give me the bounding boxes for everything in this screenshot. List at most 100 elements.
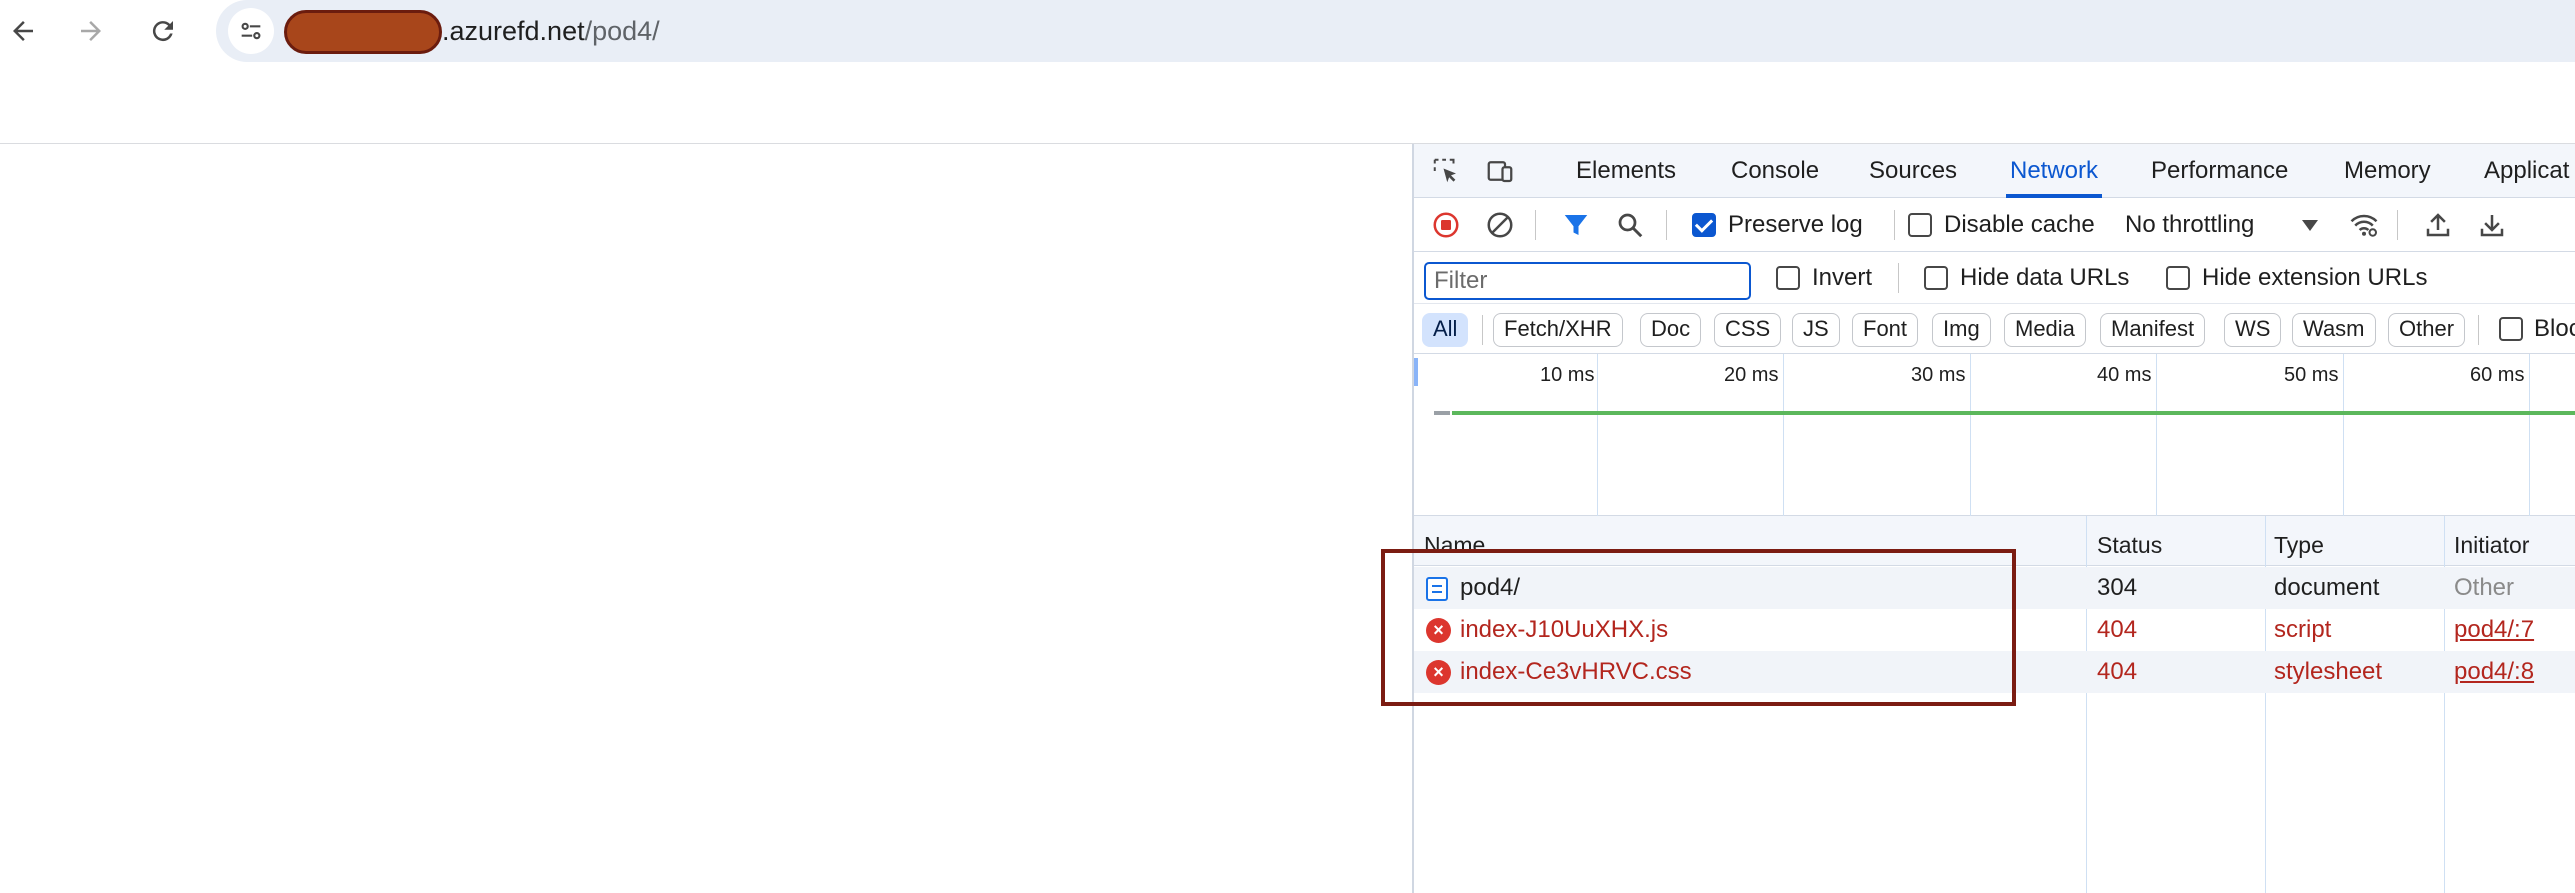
tab-elements[interactable]: Elements [1572,144,1680,198]
import-har-button[interactable] [2420,207,2456,243]
request-status: 404 [2097,658,2138,685]
column-header-type[interactable]: Type [2274,516,2324,566]
address-bar[interactable]: .azurefd.net/pod4/ [216,0,2575,62]
device-toolbar-button[interactable] [1482,153,1518,189]
tab-sources[interactable]: Sources [1865,144,1961,198]
network-conditions-button[interactable] [2346,207,2382,243]
tab-network[interactable]: Network [2006,144,2103,198]
error-circle-icon: × [1426,618,1451,643]
toolbar-separator [1898,263,1899,293]
timeline-gridline [2529,354,2530,516]
toolbar-separator [1666,210,1667,240]
stop-recording-icon [1433,212,1459,238]
timeline-waiting-bar [1434,411,1450,415]
export-har-button[interactable] [2474,207,2510,243]
type-filter-js[interactable]: JS [1792,313,1840,347]
tab-memory[interactable]: Memory [2340,144,2435,198]
network-toolbar: Preserve log Disable cache No throttling [1414,198,2575,252]
timeline-start-handle[interactable] [1414,358,1418,386]
hide-extension-urls-checkbox[interactable] [2166,266,2190,290]
throttling-dropdown-icon[interactable] [2302,220,2318,231]
filter-toggle-button[interactable] [1558,207,1594,243]
toolbar-separator [1535,210,1536,240]
type-filter-wasm[interactable]: Wasm [2292,313,2376,347]
blocked-requests-checkbox[interactable] [2499,317,2523,341]
tab-performance[interactable]: Performance [2147,144,2292,198]
forward-button[interactable] [68,8,114,54]
hide-data-urls-checkbox[interactable] [1924,266,1948,290]
error-circle-icon: × [1426,660,1451,685]
timeline-tick-label: 60 ms [2470,364,2525,386]
invert-label: Invert [1812,264,1873,291]
reload-button[interactable] [140,8,186,54]
timeline-gridline [1970,354,1971,516]
type-filter-manifest[interactable]: Manifest [2100,313,2206,347]
network-overview-timeline[interactable]: 10 ms 20 ms 30 ms 40 ms 50 ms 60 ms [1414,354,2575,516]
page-header-area [0,62,2575,144]
back-button[interactable] [0,8,46,54]
hide-extension-urls-label: Hide extension URLs [2202,264,2428,291]
type-filter-css[interactable]: CSS [1714,313,1782,347]
back-icon [13,21,33,41]
toolbar-separator [2478,315,2479,345]
request-name: index-Ce3vHRVC.css [1460,658,1692,685]
type-filter-ws[interactable]: WS [2224,313,2282,347]
preserve-log-label: Preserve log [1728,211,1863,238]
wifi-settings-icon [2350,214,2378,237]
timeline-tick-label: 10 ms [1540,364,1595,386]
invert-checkbox[interactable] [1776,266,1800,290]
column-header-name[interactable]: Name [1424,516,1485,566]
type-filter-fetch-xhr[interactable]: Fetch/XHR [1493,313,1623,347]
blocked-requests-label: Bloc [2534,315,2575,342]
table-row[interactable]: × index-J10UuXHX.js 404 script pod4/:7 [1414,609,2575,651]
page-content [0,144,1412,893]
hide-data-urls-label: Hide data URLs [1960,264,2130,291]
request-table-header: Name Status Type Initiator [1414,516,2575,566]
column-header-status[interactable]: Status [2097,516,2162,566]
timeline-download-bar [1452,411,2575,415]
filter-funnel-icon [1564,215,1588,235]
record-button[interactable] [1428,207,1464,243]
type-filter-media[interactable]: Media [2004,313,2086,347]
timeline-tick-label: 50 ms [2284,364,2339,386]
timeline-gridline [2156,354,2157,516]
site-info-button[interactable] [228,8,274,54]
document-icon [1426,577,1448,601]
forward-icon [81,21,101,41]
type-filter-other[interactable]: Other [2388,313,2466,347]
request-initiator-link[interactable]: pod4/:7 [2454,609,2534,651]
request-initiator-link[interactable]: pod4/:8 [2454,651,2534,693]
inspect-cursor-icon [1433,158,1456,183]
clear-button[interactable] [1482,207,1518,243]
column-header-initiator[interactable]: Initiator [2454,516,2529,566]
tab-console[interactable]: Console [1727,144,1823,198]
disable-cache-label: Disable cache [1944,211,2095,238]
devtools-panel: Elements Console Sources Network Perform… [1412,144,2575,893]
url-host: .azurefd.net [442,16,585,46]
table-row[interactable]: × index-Ce3vHRVC.css 404 stylesheet pod4… [1414,651,2575,693]
download-icon [2480,215,2504,237]
type-filter-font[interactable]: Font [1852,313,1919,347]
request-type: stylesheet [2274,658,2383,685]
timeline-gridline [1783,354,1784,516]
filter-bar: Invert Hide data URLs Hide extension URL… [1414,252,2575,304]
clear-icon [1487,212,1513,238]
timeline-tick-label: 20 ms [1724,364,1779,386]
type-filter-img[interactable]: Img [1932,313,1991,347]
tab-application[interactable]: Applicat [2480,144,2573,198]
table-row[interactable]: pod4/ 304 document Other [1414,567,2575,609]
toolbar-separator [2397,210,2398,240]
request-initiator: Other [2454,574,2515,601]
throttling-select[interactable]: No throttling [2125,210,2254,240]
search-button[interactable] [1612,207,1648,243]
type-filter-doc[interactable]: Doc [1640,313,1702,347]
timeline-tick-label: 40 ms [2097,364,2152,386]
disable-cache-checkbox[interactable] [1908,213,1932,237]
inspect-element-button[interactable] [1428,153,1464,189]
request-status: 404 [2097,616,2138,643]
filter-input[interactable] [1424,262,1751,300]
type-filter-all[interactable]: All [1422,313,1469,347]
timeline-tick-label: 30 ms [1911,364,1966,386]
preserve-log-checkbox[interactable] [1692,213,1716,237]
device-mode-icon [1487,161,1513,183]
